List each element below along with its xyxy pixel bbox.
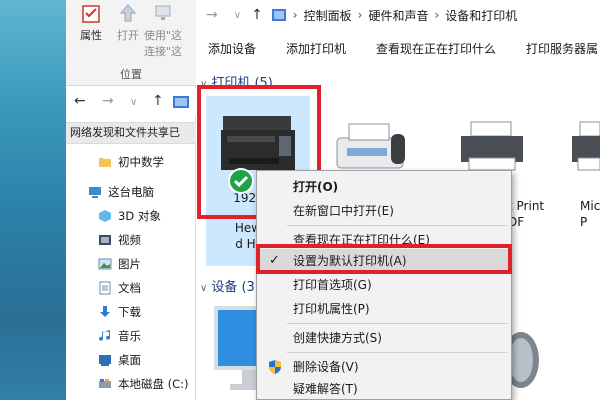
left-explorer-window: 属性 打开 使用"这 连接"这 位置 ← → ∨ ↑ 网络发现和文件共享已 初中… bbox=[66, 0, 196, 400]
menu-separator bbox=[287, 352, 507, 353]
forward-arrow-icon[interactable]: → bbox=[206, 7, 218, 23]
properties-label: 属性 bbox=[80, 29, 102, 42]
chevron-down-icon[interactable]: ∨ bbox=[130, 97, 137, 108]
menu-item-remove-device[interactable]: 删除设备(V) bbox=[257, 355, 511, 379]
tree-item-local-disk[interactable]: 本地磁盘 (C:) bbox=[66, 372, 196, 396]
back-arrow-icon[interactable]: ← bbox=[74, 93, 86, 109]
3d-objects-icon bbox=[99, 210, 111, 222]
breadcrumb-separator: › bbox=[434, 8, 440, 22]
command-bar: 添加设备 添加打印机 查看现在正在打印什么 打印服务器属 bbox=[196, 34, 600, 62]
menu-item-open-new-window[interactable]: 在新窗口中打开(E) bbox=[257, 199, 511, 223]
tree-item-label: 3D 对象 bbox=[118, 209, 161, 223]
tree-item-label: 本地磁盘 (C:) bbox=[118, 377, 189, 391]
forward-arrow-icon[interactable]: → bbox=[102, 93, 114, 109]
breadcrumb-devices-printers[interactable]: 设备和打印机 bbox=[445, 7, 517, 24]
menu-item-remove-device-label: 删除设备(V) bbox=[293, 360, 359, 374]
up-arrow-icon[interactable]: ↑ bbox=[152, 93, 164, 109]
open-label: 打开 bbox=[117, 29, 139, 42]
menu-separator bbox=[287, 225, 507, 226]
devices-section-header[interactable]: ∨ 设备 (3 bbox=[200, 276, 255, 295]
menu-item-printing-preferences[interactable]: 打印首选项(G) bbox=[257, 273, 511, 297]
properties-icon bbox=[82, 5, 100, 23]
fax-icon bbox=[336, 123, 405, 169]
control-panel-icon bbox=[271, 9, 286, 21]
menu-item-open[interactable]: 打开(O) bbox=[257, 175, 511, 199]
tree-item-3d-objects[interactable]: 3D 对象 bbox=[66, 204, 196, 228]
open-button[interactable]: 打开 bbox=[112, 0, 144, 43]
desktop-icon bbox=[99, 355, 111, 366]
tree-item-documents[interactable]: 文档 bbox=[66, 276, 196, 300]
shield-icon bbox=[269, 360, 281, 374]
printer-ms-line-2: P bbox=[580, 215, 588, 229]
network-icon bbox=[155, 5, 171, 20]
add-printer-button[interactable]: 添加打印机 bbox=[286, 40, 346, 57]
fax-device[interactable] bbox=[326, 118, 416, 178]
use-label-2: 连接"这 bbox=[144, 45, 183, 58]
menu-item-troubleshoot[interactable]: 疑难解答(T) bbox=[257, 377, 511, 400]
printer-ms-line-1: Mic bbox=[580, 199, 600, 213]
tree-item-label: 文档 bbox=[118, 281, 141, 295]
chevron-down-icon[interactable]: ∨ bbox=[234, 10, 241, 21]
menu-item-printer-properties[interactable]: 打印机属性(P) bbox=[257, 297, 511, 321]
tree-item-label: 这台电脑 bbox=[108, 185, 154, 199]
breadcrumb-hardware-sound[interactable]: 硬件和声音 bbox=[368, 7, 428, 24]
ribbon: 属性 打开 使用"这 连接"这 位置 bbox=[66, 0, 196, 86]
chevron-down-icon: ∨ bbox=[200, 283, 208, 294]
see-whats-printing-button[interactable]: 查看现在正在打印什么 bbox=[376, 40, 496, 57]
use-label-1: 使用"这 bbox=[144, 29, 183, 42]
printer-item-microsoft[interactable]: Mic P bbox=[568, 118, 600, 229]
open-icon bbox=[119, 4, 137, 22]
menu-separator bbox=[287, 323, 507, 324]
tree-item-pictures[interactable]: 图片 bbox=[66, 252, 196, 276]
tree-item-label: 视频 bbox=[118, 233, 141, 247]
pictures-icon bbox=[98, 258, 112, 270]
tree-item-label: 音乐 bbox=[118, 329, 141, 343]
highlight-menu-item-box bbox=[256, 244, 512, 274]
up-arrow-icon[interactable]: ↑ bbox=[251, 7, 263, 23]
tree-item-this-pc[interactable]: 这台电脑 bbox=[66, 180, 196, 204]
video-icon bbox=[99, 235, 111, 245]
breadcrumb-control-panel[interactable]: 控制面板 bbox=[304, 7, 352, 24]
add-device-button[interactable]: 添加设备 bbox=[208, 40, 256, 57]
printer-icon bbox=[572, 121, 600, 171]
music-icon bbox=[99, 330, 110, 341]
breadcrumb-separator: › bbox=[292, 8, 298, 22]
tree-item-music[interactable]: 音乐 bbox=[66, 324, 196, 348]
folder-icon bbox=[99, 158, 111, 167]
network-discovery-bar[interactable]: 网络发现和文件共享已 bbox=[66, 122, 196, 144]
tree-item-label: 下载 bbox=[118, 305, 141, 319]
properties-button[interactable]: 属性 bbox=[72, 0, 110, 43]
use-connect-button[interactable]: 使用"这 连接"这 bbox=[144, 0, 196, 59]
menu-item-create-shortcut[interactable]: 创建快捷方式(S) bbox=[257, 326, 511, 350]
printer-icon bbox=[461, 121, 523, 171]
tree-item-downloads[interactable]: 下载 bbox=[66, 300, 196, 324]
breadcrumb-separator: › bbox=[357, 8, 363, 22]
ribbon-group-location: 位置 bbox=[120, 68, 142, 81]
tree-item-desktop[interactable]: 桌面 bbox=[66, 348, 196, 372]
left-nav-bar: ← → ∨ ↑ bbox=[66, 88, 196, 116]
computer-icon bbox=[89, 187, 101, 198]
tree-item-videos[interactable]: 视频 bbox=[66, 228, 196, 252]
tree-item-label: 初中数学 bbox=[118, 155, 164, 169]
context-menu: 打开(O) 在新窗口中打开(E) 查看现在正在打印什么(E) ✓ 设置为默认打印… bbox=[256, 170, 512, 400]
documents-icon bbox=[99, 281, 111, 295]
control-panel-icon bbox=[173, 96, 189, 108]
download-icon bbox=[100, 306, 110, 317]
address-bar: → ∨ ↑ › 控制面板 › 硬件和声音 › 设备和打印机 bbox=[196, 0, 600, 30]
drive-icon bbox=[99, 379, 111, 388]
tree-item-label: 桌面 bbox=[118, 353, 141, 367]
printer-pdf-line-1: t Print bbox=[508, 199, 545, 213]
tree-item-junior-math[interactable]: 初中数学 bbox=[66, 150, 196, 174]
print-server-properties-button[interactable]: 打印服务器属 bbox=[526, 40, 598, 57]
devices-section-label: 设备 (3 bbox=[211, 280, 255, 295]
tree-item-label: 图片 bbox=[118, 257, 141, 271]
desktop-background bbox=[0, 0, 66, 400]
